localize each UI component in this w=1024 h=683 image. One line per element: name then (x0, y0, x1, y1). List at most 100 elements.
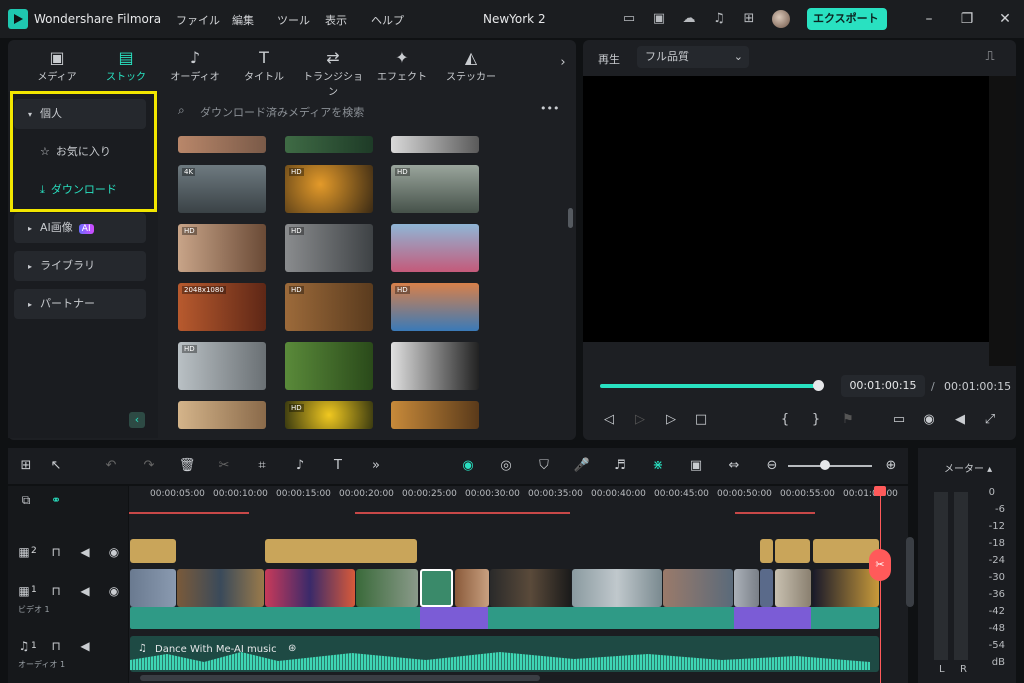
tab-transitions[interactable]: ⇄ トランジション (303, 48, 363, 98)
next-frame-icon[interactable]: ▷ (630, 410, 650, 430)
current-timecode[interactable]: 00:01:00:15 (841, 375, 925, 397)
lock-icon[interactable]: ⊓ (48, 639, 64, 653)
lock-icon[interactable]: ⊓ (48, 584, 64, 598)
grid-apps-icon[interactable]: ⊞ (741, 11, 757, 27)
link-icon[interactable]: ⚭ (48, 493, 64, 507)
monitor-icon[interactable]: ▭ (621, 11, 637, 27)
redo-icon[interactable]: ↷ (139, 456, 159, 476)
waveform-monitor-icon[interactable]: ⎍ (980, 47, 1000, 67)
video-clip[interactable] (734, 569, 759, 607)
media-scrollbar[interactable] (568, 208, 573, 228)
zoom-slider[interactable] (788, 465, 872, 467)
media-thumbnail[interactable] (391, 224, 479, 272)
media-thumbnail[interactable]: HD (285, 165, 373, 213)
media-thumbnail[interactable]: 4K (178, 165, 266, 213)
sidebar-item-library[interactable]: ▸ ライブラリ (14, 251, 146, 281)
media-thumbnail[interactable] (178, 136, 266, 153)
scissors-icon[interactable]: ✂ (214, 456, 234, 476)
video-clip[interactable] (775, 569, 811, 607)
sidebar-item-partner[interactable]: ▸ パートナー (14, 289, 146, 319)
search-input[interactable]: ダウンロード済みメディアを検索 (200, 104, 500, 120)
chevron-right-icon[interactable]: › (553, 53, 573, 73)
timeline-vscroll[interactable] (906, 537, 914, 607)
zoom-slider-handle[interactable] (820, 460, 830, 470)
menu-edit[interactable]: 編集 (232, 12, 254, 28)
text-icon[interactable]: T (328, 456, 348, 476)
video-clip[interactable] (490, 569, 571, 607)
timeline-hscroll[interactable] (140, 675, 540, 681)
video-clip[interactable] (130, 569, 176, 607)
add-track-icon[interactable]: ⧉ (18, 493, 34, 508)
video-clip[interactable] (663, 569, 733, 607)
scissors-split-icon[interactable]: ✂ (869, 549, 891, 581)
menu-tools[interactable]: ツール (277, 12, 310, 28)
speaker-icon[interactable]: ◀ (77, 584, 93, 598)
layout-grid-icon[interactable]: ⊞ (16, 456, 36, 476)
stop-icon[interactable]: □ (691, 410, 711, 430)
eye-icon[interactable]: ◉ (106, 584, 122, 598)
media-thumbnail[interactable] (285, 342, 373, 390)
mark-out-icon[interactable]: } (806, 410, 826, 430)
display-icon[interactable]: ▭ (889, 410, 909, 430)
progress-handle[interactable] (813, 380, 824, 391)
close-icon[interactable]: ✕ (996, 10, 1014, 28)
video-clip-selected[interactable] (420, 569, 453, 607)
speaker-icon[interactable]: ◀ (77, 545, 93, 559)
title-clip[interactable] (760, 539, 773, 563)
collapse-sidebar-icon[interactable]: ‹ (129, 412, 145, 428)
video-clip[interactable] (356, 569, 418, 607)
tab-stock[interactable]: ▤ ストック (96, 48, 156, 88)
lock-icon[interactable]: ⊓ (48, 545, 64, 559)
crop-icon[interactable]: ⌗ (252, 456, 272, 476)
playhead-handle[interactable] (874, 486, 886, 496)
avatar[interactable] (772, 10, 790, 28)
preview-viewer[interactable] (583, 76, 989, 342)
meter-label[interactable]: メーター ▴ (944, 460, 992, 475)
minimize-icon[interactable]: – (920, 10, 938, 28)
video-clip[interactable] (760, 569, 773, 607)
sidebar-item-ai-image[interactable]: ▸ AI画像 AI (14, 213, 146, 243)
menu-file[interactable]: ファイル (176, 12, 220, 28)
cloud-upload-icon[interactable]: ☁ (681, 11, 697, 27)
mark-in-icon[interactable]: { (775, 410, 795, 430)
prev-frame-icon[interactable]: ◁ (599, 410, 619, 430)
undo-icon[interactable]: ↶ (101, 456, 121, 476)
select-cursor-icon[interactable]: ↖ (46, 456, 66, 476)
media-thumbnail[interactable] (391, 136, 479, 153)
media-thumbnail[interactable]: HD (285, 401, 373, 429)
delete-icon[interactable]: 🗑 (177, 456, 197, 476)
media-thumbnail[interactable] (178, 401, 266, 429)
media-thumbnail[interactable]: HD (178, 342, 266, 390)
media-thumbnail[interactable]: HD (178, 224, 266, 272)
more-options-icon[interactable]: ••• (540, 102, 559, 115)
preview-progress[interactable] (600, 384, 818, 388)
zoom-in-icon[interactable]: ⊕ (881, 456, 901, 476)
preview-render-icon[interactable]: ▣ (686, 456, 706, 476)
headset-icon[interactable]: ♫ (711, 11, 727, 27)
snapshot-camera-icon[interactable]: ◉ (919, 410, 939, 430)
title-clip[interactable] (265, 539, 417, 563)
audio-adjust-icon[interactable]: ♪ (290, 456, 310, 476)
marker-icon[interactable]: ⚑ (838, 410, 858, 430)
title-clip[interactable] (775, 539, 810, 563)
tab-media[interactable]: ▣ メディア (27, 48, 87, 88)
eye-icon[interactable]: ◉ (106, 545, 122, 559)
video-clip[interactable] (265, 569, 355, 607)
music-list-icon[interactable]: ♬ (610, 456, 630, 476)
render-icon[interactable]: ◎ (496, 456, 516, 476)
video-clip[interactable] (572, 569, 662, 607)
media-thumbnail[interactable]: HD (391, 165, 479, 213)
ai-mate-icon[interactable]: ◉ (458, 456, 478, 476)
snap-icon[interactable]: ⋇ (648, 456, 668, 476)
playhead[interactable] (880, 486, 881, 683)
video-clip[interactable] (177, 569, 264, 607)
media-thumbnail[interactable]: HD (285, 224, 373, 272)
media-thumbnail[interactable]: 2048x1080 (178, 283, 266, 331)
tab-titles[interactable]: T タイトル (234, 48, 294, 88)
media-thumbnail[interactable]: HD (391, 283, 479, 331)
media-thumbnail[interactable]: HD (285, 283, 373, 331)
play-icon[interactable]: ▷ (661, 410, 681, 430)
media-thumbnail[interactable] (391, 401, 479, 429)
menu-help[interactable]: ヘルプ (371, 12, 404, 28)
microphone-icon[interactable]: 🎤 (572, 456, 592, 476)
